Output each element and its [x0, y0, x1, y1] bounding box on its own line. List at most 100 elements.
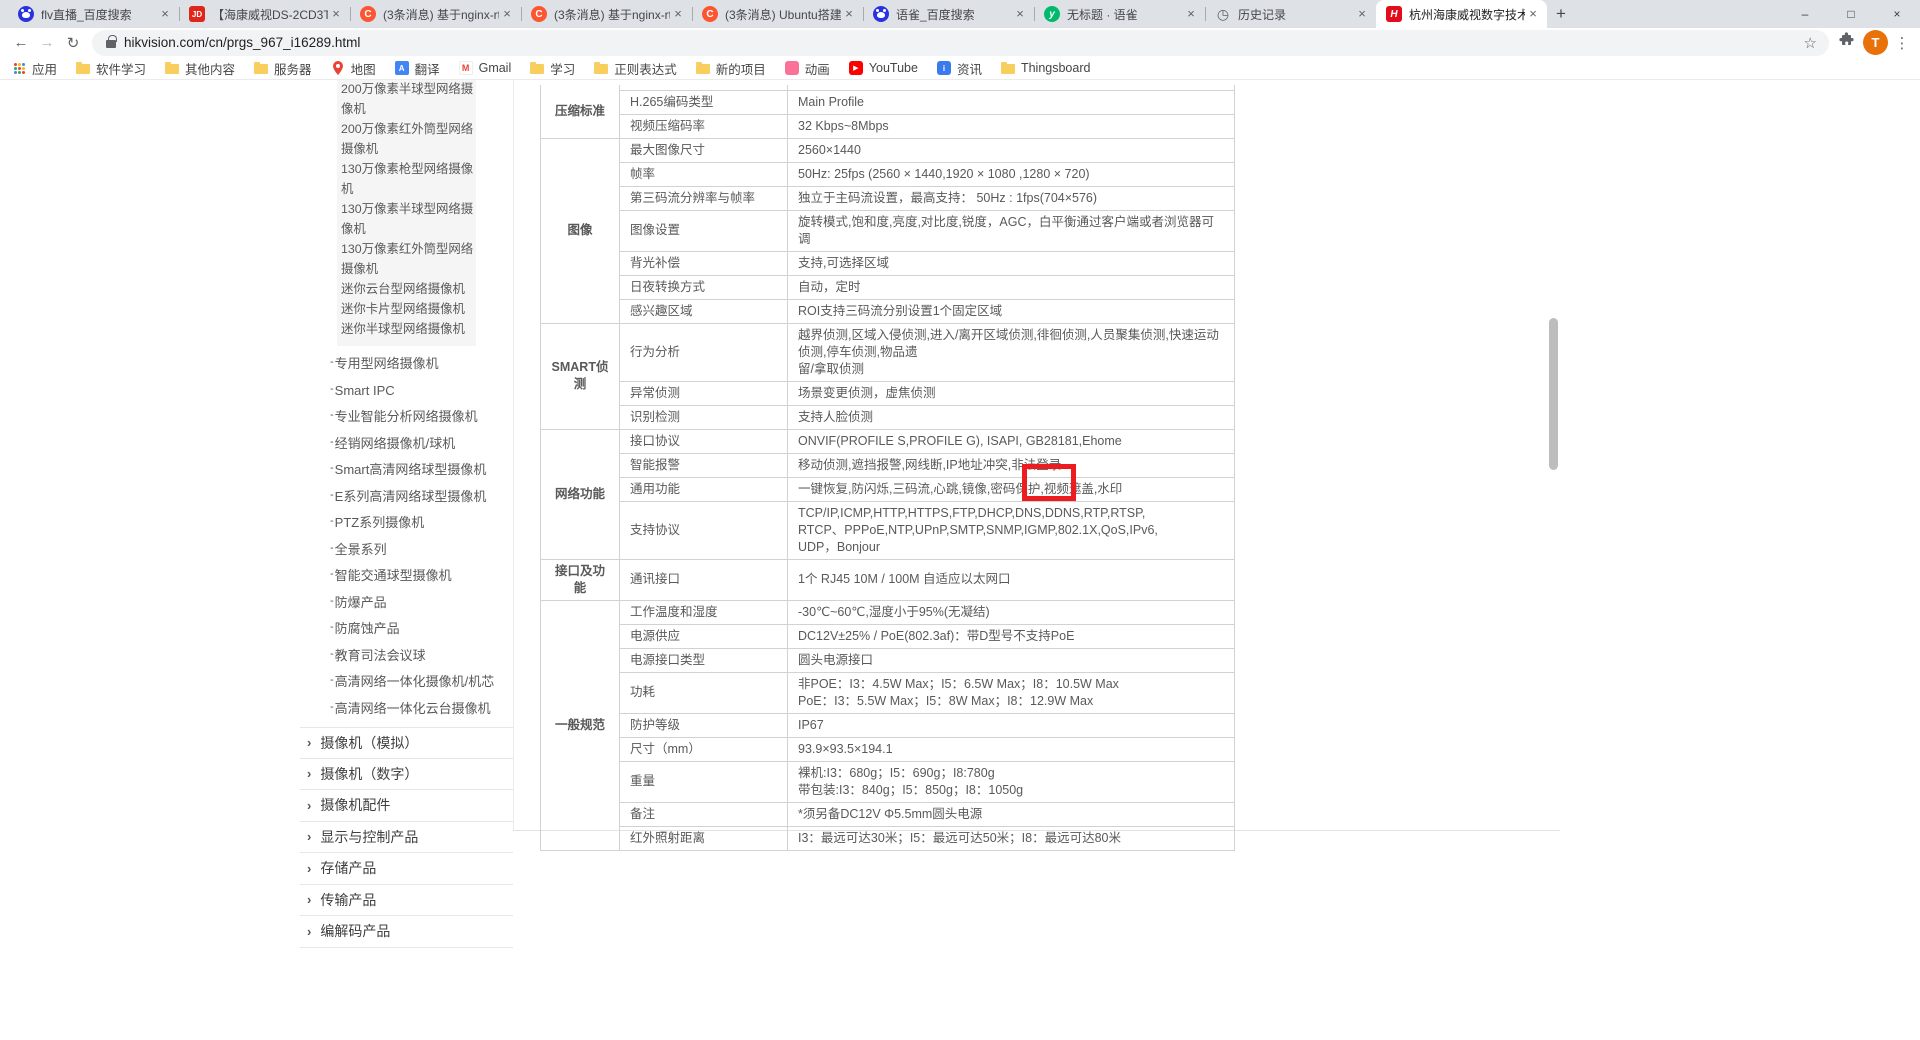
sidebar-category-item[interactable]: -智能交通球型摄像机: [330, 562, 513, 589]
reload-icon[interactable]: ↻: [60, 30, 86, 56]
bookmark-label: 正则表达式: [614, 59, 677, 78]
sidebar-top-item[interactable]: ›传输产品: [300, 885, 513, 917]
bookmark-item[interactable]: 新的项目: [696, 59, 766, 78]
sidebar-category-item[interactable]: -防腐蚀产品: [330, 615, 513, 642]
tab-close-icon[interactable]: ×: [1525, 6, 1541, 22]
sidebar-category-label: PTZ系列摄像机: [335, 515, 425, 530]
sidebar-top-item[interactable]: ›显示与控制产品: [300, 822, 513, 854]
sidebar-sub-item[interactable]: 200万像素半球型网络摄像机: [337, 80, 476, 119]
bookmark-item[interactable]: i资讯: [937, 59, 982, 78]
tab-close-icon[interactable]: ×: [499, 6, 515, 22]
sidebar-sub-item[interactable]: 130万像素半球型网络摄像机: [337, 199, 476, 239]
bookmark-item[interactable]: Thingsboard: [1001, 61, 1091, 75]
bookmark-label: Thingsboard: [1021, 61, 1091, 75]
spec-value-cell: 1个 RJ45 10M / 100M 自适应以太网口: [788, 559, 1235, 600]
bookmark-item[interactable]: 地图: [331, 59, 376, 78]
new-tab-button[interactable]: +: [1547, 0, 1575, 28]
spec-row: 电源供应DC12V±25% / PoE(802.3af)：带D型号不支持PoE: [541, 624, 1235, 648]
browser-tab[interactable]: H杭州海康威视数字技术×: [1376, 0, 1547, 28]
bookmark-item[interactable]: 学习: [530, 59, 575, 78]
bookmark-label: Gmail: [479, 61, 512, 75]
sidebar-sub-item[interactable]: 200万像素红外筒型网络摄像机: [337, 119, 476, 159]
tab-close-icon[interactable]: ×: [841, 6, 857, 22]
tab-close-icon[interactable]: ×: [328, 6, 344, 22]
tab-close-icon[interactable]: ×: [670, 6, 686, 22]
browser-tab[interactable]: ◷ 历史记录×: [1205, 0, 1376, 28]
bookmark-item[interactable]: 正则表达式: [594, 59, 677, 78]
history-favicon: ◷: [1215, 6, 1231, 22]
tab-close-icon[interactable]: ×: [1012, 6, 1028, 22]
sidebar-category-item[interactable]: -专用型网络摄像机: [330, 350, 513, 377]
page-scrollbar-thumb[interactable]: [1549, 318, 1558, 470]
tab-title: 历史记录: [1238, 6, 1354, 23]
dash-prefix: -: [330, 589, 334, 614]
csdn-favicon: C: [360, 6, 376, 22]
browser-tab[interactable]: flv直播_百度搜索×: [8, 0, 179, 28]
spec-label-cell: 接口协议: [620, 429, 788, 453]
url-text[interactable]: hikvision.com/cn/prgs_967_i16289.html: [124, 35, 1804, 50]
sidebar-subcategory-list: 200万像素半球型网络摄像机200万像素红外筒型网络摄像机130万像素枪型网络摄…: [337, 80, 476, 346]
profile-avatar[interactable]: T: [1863, 30, 1888, 55]
sidebar-sub-item[interactable]: 130万像素枪型网络摄像机: [337, 159, 476, 199]
browser-menu-icon[interactable]: ⋮: [1892, 34, 1912, 52]
sidebar-sub-item[interactable]: 迷你卡片型网络摄像机: [337, 299, 476, 319]
forward-icon[interactable]: →: [34, 30, 60, 56]
sidebar-category-item[interactable]: -Smart高清网络球型摄像机: [330, 456, 513, 483]
sidebar-category-item[interactable]: -高清网络一体化云台摄像机: [330, 695, 513, 722]
close-button[interactable]: ×: [1874, 0, 1920, 28]
bookmark-item[interactable]: 应用: [12, 59, 57, 78]
sidebar-top-item[interactable]: ›摄像机配件: [300, 790, 513, 822]
jd-favicon: JD: [189, 6, 205, 22]
sidebar-top-item[interactable]: ›存储产品: [300, 853, 513, 885]
bookmark-item[interactable]: 服务器: [254, 59, 312, 78]
spec-value-cell: ROI支持三码流分别设置1个固定区域: [788, 299, 1235, 323]
sidebar-category-item[interactable]: -高清网络一体化摄像机/机芯: [330, 668, 513, 695]
browser-tab[interactable]: C(3条消息) Ubuntu搭建×: [692, 0, 863, 28]
sidebar-category-item[interactable]: -经销网络摄像机/球机: [330, 430, 513, 457]
bookmark-item[interactable]: 软件学习: [76, 59, 146, 78]
sidebar-top-item[interactable]: ›摄像机（模拟）: [300, 727, 513, 759]
sidebar-category-item[interactable]: -PTZ系列摄像机: [330, 509, 513, 536]
sidebar-top-item[interactable]: ›摄像机（数字）: [300, 759, 513, 791]
bookmark-item[interactable]: ▶YouTube: [849, 61, 918, 75]
browser-tab[interactable]: y无标题 · 语雀×: [1034, 0, 1205, 28]
sidebar-category-label: 专用型网络摄像机: [335, 356, 439, 371]
browser-tab[interactable]: C(3条消息) 基于nginx-rt×: [521, 0, 692, 28]
sidebar-category-item[interactable]: -全景系列: [330, 536, 513, 563]
bookmark-item[interactable]: A翻译: [395, 59, 440, 78]
spec-row: 网络功能接口协议ONVIF(PROFILE S,PROFILE G), ISAP…: [541, 429, 1235, 453]
bookmark-item[interactable]: 其他内容: [165, 59, 235, 78]
spec-label-cell: 电源接口类型: [620, 648, 788, 672]
sidebar-category-item[interactable]: -Smart IPC: [330, 377, 513, 404]
extensions-icon[interactable]: [1839, 32, 1855, 53]
tab-close-icon[interactable]: ×: [1183, 6, 1199, 22]
sidebar-sub-item[interactable]: 130万像素红外筒型网络摄像机: [337, 239, 476, 279]
address-bar[interactable]: hikvision.com/cn/prgs_967_i16289.html ☆: [92, 30, 1829, 56]
sidebar-category-item[interactable]: -E系列高清网络球型摄像机: [330, 483, 513, 510]
bookmark-label: 学习: [550, 59, 575, 78]
maximize-button[interactable]: □: [1828, 0, 1874, 28]
sidebar-sub-item[interactable]: 迷你云台型网络摄像机: [337, 279, 476, 299]
tab-close-icon[interactable]: ×: [157, 6, 173, 22]
back-icon[interactable]: ←: [8, 30, 34, 56]
spec-value-cell: 2560×1440: [788, 138, 1235, 162]
sidebar-top-item[interactable]: ›编解码产品: [300, 916, 513, 948]
window-controls: – □ ×: [1782, 0, 1920, 28]
sidebar-category-item[interactable]: -教育司法会议球: [330, 642, 513, 669]
sidebar-category-item[interactable]: -专业智能分析网络摄像机: [330, 403, 513, 430]
dash-prefix: -: [330, 536, 334, 561]
browser-tab[interactable]: C(3条消息) 基于nginx-rt×: [350, 0, 521, 28]
spec-label-cell: 防护等级: [620, 713, 788, 737]
sidebar-category-item[interactable]: -防爆产品: [330, 589, 513, 616]
browser-tab[interactable]: 语雀_百度搜索×: [863, 0, 1034, 28]
browser-tab[interactable]: JD【海康威视DS-2CD3T8×: [179, 0, 350, 28]
bookmark-star-icon[interactable]: ☆: [1804, 34, 1817, 52]
bookmark-item[interactable]: MGmail: [459, 61, 512, 75]
tab-close-icon[interactable]: ×: [1354, 6, 1370, 22]
bookmark-item[interactable]: 动画: [785, 59, 830, 78]
spec-row: 防护等级IP67: [541, 713, 1235, 737]
dash-prefix: -: [330, 483, 334, 508]
spec-row: 功耗非POE：I3：4.5W Max；I5：6.5W Max；I8：10.5W …: [541, 672, 1235, 713]
minimize-button[interactable]: –: [1782, 0, 1828, 28]
sidebar-sub-item[interactable]: 迷你半球型网络摄像机: [337, 319, 476, 339]
